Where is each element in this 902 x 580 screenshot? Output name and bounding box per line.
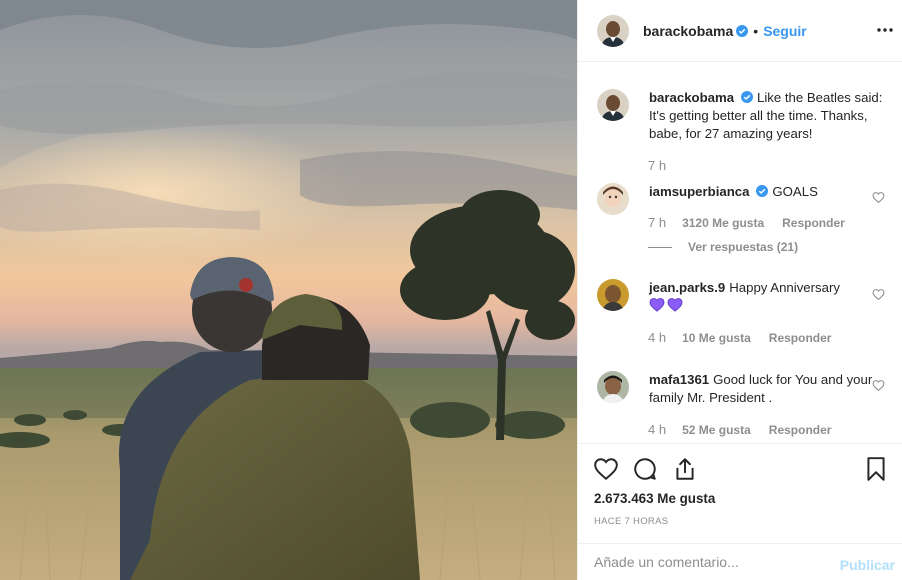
comment-text: Happy Anniversary bbox=[729, 280, 840, 295]
comment-meta: 4 h 52 Me gusta Responder bbox=[648, 422, 831, 437]
purple-heart-icon bbox=[649, 297, 665, 312]
reply-button[interactable]: Responder bbox=[782, 216, 845, 230]
comment-item: jean.parks.9 Happy Anniversary bbox=[597, 279, 897, 315]
verified-badge-icon bbox=[736, 24, 749, 37]
share-icon[interactable] bbox=[672, 456, 698, 482]
heart-icon[interactable] bbox=[593, 456, 619, 482]
author-username[interactable]: barackobama bbox=[643, 23, 733, 39]
comment-input[interactable] bbox=[594, 554, 834, 570]
comment-likes[interactable]: 52 Me gusta bbox=[682, 423, 751, 437]
comment-meta: 4 h 10 Me gusta Responder bbox=[648, 330, 831, 345]
view-replies-button[interactable]: Ver respuestas (21) bbox=[648, 240, 798, 254]
view-replies-label: Ver respuestas (21) bbox=[688, 240, 799, 254]
caption-time[interactable]: 7 h bbox=[648, 158, 666, 173]
comment-bubble-icon[interactable] bbox=[632, 456, 658, 482]
comment-avatar[interactable] bbox=[597, 371, 629, 403]
post-header: barackobama • Seguir bbox=[578, 0, 902, 62]
comments-list[interactable]: barackobama Like the Beatles said: It's g… bbox=[578, 63, 902, 443]
instagram-post: barackobama • Seguir barackobama Like the… bbox=[0, 0, 902, 580]
verified-badge-icon bbox=[756, 185, 769, 197]
caption-meta: 7 h bbox=[648, 158, 682, 173]
comment-like-heart-icon[interactable] bbox=[872, 191, 885, 204]
caption: barackobama Like the Beatles said: It's g… bbox=[597, 89, 887, 143]
replies-divider-line bbox=[648, 246, 672, 248]
more-options-icon[interactable] bbox=[875, 20, 895, 40]
comment-like-heart-icon[interactable] bbox=[872, 379, 885, 392]
comment-time[interactable]: 4 h bbox=[648, 330, 666, 345]
reply-button[interactable]: Responder bbox=[769, 331, 832, 345]
comment-text-block: iamsuperbianca GOALS bbox=[649, 183, 874, 215]
follow-button[interactable]: Seguir bbox=[763, 23, 807, 39]
bookmark-icon[interactable] bbox=[863, 456, 889, 482]
comment-likes[interactable]: 3120 Me gusta bbox=[682, 216, 764, 230]
purple-heart-icon bbox=[667, 297, 683, 312]
post-actions: 2.673.463 Me gusta HACE 7 HORAS bbox=[578, 443, 902, 543]
comment-avatar[interactable] bbox=[597, 279, 629, 311]
comment-time[interactable]: 4 h bbox=[648, 422, 666, 437]
comment-text-block: jean.parks.9 Happy Anniversary bbox=[649, 279, 874, 315]
comment-likes[interactable]: 10 Me gusta bbox=[682, 331, 751, 345]
author-avatar[interactable] bbox=[597, 14, 629, 47]
verified-badge-icon bbox=[741, 91, 754, 103]
comment-text: GOALS bbox=[772, 184, 818, 199]
publish-button[interactable]: Publicar bbox=[840, 557, 895, 573]
add-comment-bar: Publicar bbox=[578, 543, 902, 580]
likes-count[interactable]: 2.673.463 Me gusta bbox=[594, 491, 715, 506]
post-side-panel: barackobama • Seguir barackobama Like the… bbox=[577, 0, 902, 580]
comment-meta: 7 h 3120 Me gusta Responder bbox=[648, 215, 845, 230]
caption-avatar[interactable] bbox=[597, 89, 629, 121]
header-separator: • bbox=[753, 22, 759, 39]
comment-item: iamsuperbianca GOALS bbox=[597, 183, 897, 215]
comment-avatar[interactable] bbox=[597, 183, 629, 215]
sunset-savanna-photo bbox=[0, 0, 577, 580]
comment-username[interactable]: iamsuperbianca bbox=[649, 184, 749, 199]
post-photo[interactable] bbox=[0, 0, 577, 580]
post-timestamp[interactable]: HACE 7 HORAS bbox=[594, 516, 668, 527]
caption-text-block: barackobama Like the Beatles said: It's g… bbox=[649, 89, 887, 143]
comment-username[interactable]: jean.parks.9 bbox=[649, 280, 725, 295]
comment-item: mafa1361 Good luck for You and your famil… bbox=[597, 371, 897, 407]
comment-username[interactable]: mafa1361 bbox=[649, 372, 709, 387]
reply-button[interactable]: Responder bbox=[769, 423, 832, 437]
comment-text-block: mafa1361 Good luck for You and your famil… bbox=[649, 371, 874, 407]
comment-time[interactable]: 7 h bbox=[648, 215, 666, 230]
comment-like-heart-icon[interactable] bbox=[872, 288, 885, 301]
caption-username[interactable]: barackobama bbox=[649, 90, 734, 105]
